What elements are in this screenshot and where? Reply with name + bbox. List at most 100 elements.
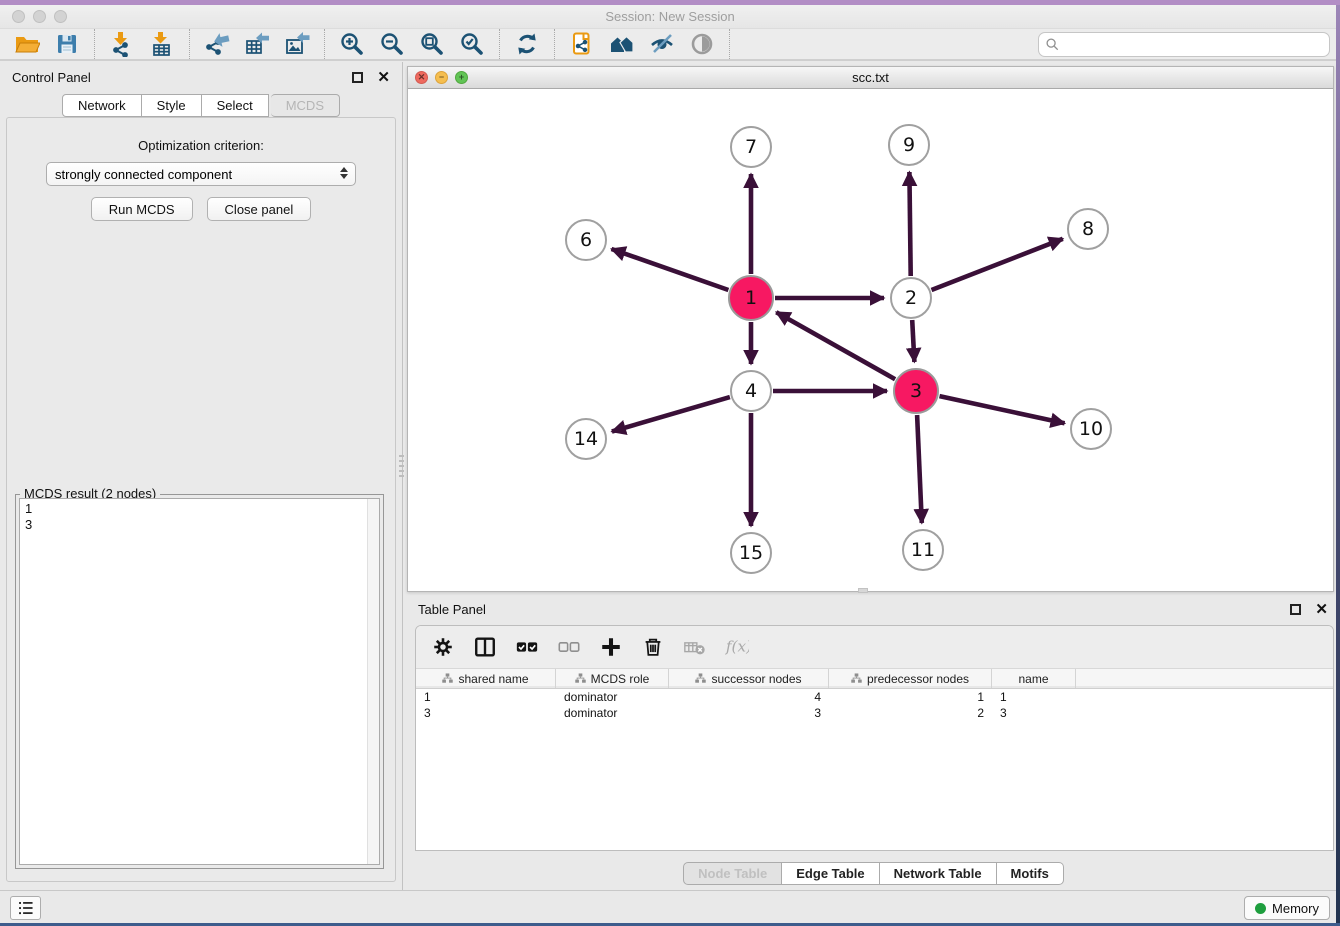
save-session-button[interactable] bbox=[49, 30, 85, 58]
graph-node-3[interactable]: 3 bbox=[893, 368, 939, 414]
function-builder-button: f(x) bbox=[724, 635, 750, 659]
deselect-all-button[interactable] bbox=[556, 635, 582, 659]
column-header-predecessor-nodes[interactable]: predecessor nodes bbox=[829, 669, 992, 688]
network-minimize-icon[interactable]: − bbox=[435, 71, 448, 84]
graph-node-6[interactable]: 6 bbox=[565, 219, 607, 261]
table-cell[interactable]: 3 bbox=[669, 705, 829, 721]
zoom-fit-button[interactable] bbox=[414, 30, 450, 58]
column-header-MCDS-role[interactable]: MCDS role bbox=[556, 669, 669, 688]
table-cell[interactable]: 1 bbox=[416, 689, 556, 705]
edge-2-9[interactable] bbox=[909, 172, 910, 276]
task-history-button[interactable] bbox=[10, 896, 41, 920]
table-row[interactable]: 3dominator323 bbox=[416, 705, 1333, 721]
graph-node-7[interactable]: 7 bbox=[730, 126, 772, 168]
hide-selection-button[interactable] bbox=[644, 30, 680, 58]
clone-network-button[interactable] bbox=[564, 30, 600, 58]
add-column-button[interactable] bbox=[598, 635, 624, 659]
result-scrollbar[interactable] bbox=[367, 499, 379, 864]
select-all-button[interactable] bbox=[514, 635, 540, 659]
network-close-icon[interactable]: ✕ bbox=[415, 71, 428, 84]
graph-node-11[interactable]: 11 bbox=[902, 529, 944, 571]
graph-node-10[interactable]: 10 bbox=[1070, 408, 1112, 450]
tab-select[interactable]: Select bbox=[202, 94, 269, 117]
refresh-layout-button[interactable] bbox=[509, 30, 545, 58]
tab-motifs[interactable]: Motifs bbox=[997, 862, 1064, 885]
graph-node-1[interactable]: 1 bbox=[728, 275, 774, 321]
table-cell[interactable]: 3 bbox=[416, 705, 556, 721]
export-network-button[interactable] bbox=[199, 30, 235, 58]
zoom-out-button[interactable] bbox=[374, 30, 410, 58]
edge-2-8[interactable] bbox=[932, 239, 1063, 290]
export-table-button[interactable] bbox=[239, 30, 275, 58]
graph-node-9[interactable]: 9 bbox=[888, 124, 930, 166]
delete-column-button[interactable] bbox=[640, 635, 666, 659]
tab-node-table[interactable]: Node Table bbox=[683, 862, 782, 885]
minimize-window-button[interactable] bbox=[33, 10, 46, 23]
network-maximize-icon[interactable]: + bbox=[455, 71, 468, 84]
show-all-icon bbox=[689, 31, 715, 57]
table-cell[interactable]: 4 bbox=[669, 689, 829, 705]
open-session-button[interactable] bbox=[9, 30, 45, 58]
zoom-selected-button[interactable] bbox=[454, 30, 490, 58]
zoom-in-button[interactable] bbox=[334, 30, 370, 58]
tab-style[interactable]: Style bbox=[142, 94, 202, 117]
table-cell[interactable]: 1 bbox=[992, 689, 1076, 705]
table-cell[interactable]: dominator bbox=[556, 705, 669, 721]
tab-network[interactable]: Network bbox=[62, 94, 142, 117]
network-canvas[interactable]: 1 2 3 4 6 7 8 9 10 11 14 15 bbox=[408, 89, 1333, 591]
table-cell[interactable]: 2 bbox=[829, 705, 992, 721]
hide-selection-icon bbox=[649, 31, 675, 57]
edge-2-3[interactable] bbox=[912, 320, 914, 362]
deselect-all-icon bbox=[557, 635, 581, 659]
close-panel-button[interactable]: Close panel bbox=[207, 197, 312, 221]
edge-3-11[interactable] bbox=[917, 415, 922, 523]
graph-node-2[interactable]: 2 bbox=[890, 277, 932, 319]
toolbar-group bbox=[0, 29, 95, 59]
close-window-button[interactable] bbox=[12, 10, 25, 23]
search-input[interactable] bbox=[1064, 35, 1329, 55]
graph-node-4[interactable]: 4 bbox=[730, 370, 772, 412]
float-panel-icon[interactable] bbox=[352, 72, 363, 83]
refresh-layout-icon bbox=[514, 31, 540, 57]
split-view-button[interactable] bbox=[472, 635, 498, 659]
import-network-button[interactable] bbox=[104, 30, 140, 58]
vertical-splitter-handle[interactable] bbox=[399, 455, 404, 479]
mcds-result-textarea[interactable]: 1 3 bbox=[19, 498, 380, 865]
edge-1-6[interactable] bbox=[612, 249, 729, 290]
column-header-successor-nodes[interactable]: successor nodes bbox=[669, 669, 829, 688]
tab-mcds[interactable]: MCDS bbox=[271, 94, 340, 117]
table-cell[interactable]: dominator bbox=[556, 689, 669, 705]
column-header-name[interactable]: name bbox=[992, 669, 1076, 688]
graph-node-14[interactable]: 14 bbox=[565, 418, 607, 460]
node-table-container: f(x) shared nameMCDS rolesuccessor nodes… bbox=[415, 625, 1334, 851]
tab-network-table[interactable]: Network Table bbox=[880, 862, 997, 885]
edge-3-1[interactable] bbox=[776, 312, 895, 379]
show-all-button[interactable] bbox=[684, 30, 720, 58]
optimization-dropdown[interactable]: strongly connected component bbox=[46, 162, 356, 186]
float-table-panel-icon[interactable] bbox=[1290, 604, 1301, 615]
column-settings-button[interactable] bbox=[430, 635, 456, 659]
edge-3-10[interactable] bbox=[940, 396, 1065, 423]
tab-edge-table[interactable]: Edge Table bbox=[782, 862, 879, 885]
network-window-titlebar[interactable]: ✕ − + scc.txt bbox=[408, 67, 1333, 89]
column-header-shared-name[interactable]: shared name bbox=[416, 669, 556, 688]
graph-node-15[interactable]: 15 bbox=[730, 532, 772, 574]
edge-4-14[interactable] bbox=[612, 397, 730, 431]
run-mcds-button[interactable]: Run MCDS bbox=[91, 197, 193, 221]
close-panel-icon[interactable]: ✕ bbox=[377, 72, 390, 83]
horizontal-splitter-handle[interactable] bbox=[858, 588, 868, 593]
export-image-button[interactable] bbox=[279, 30, 315, 58]
import-table-button[interactable] bbox=[144, 30, 180, 58]
search-icon bbox=[1046, 38, 1059, 51]
first-neighbors-icon bbox=[609, 31, 635, 57]
table-cell[interactable]: 1 bbox=[829, 689, 992, 705]
memory-button[interactable]: Memory bbox=[1244, 896, 1330, 920]
search-box[interactable] bbox=[1038, 32, 1330, 57]
first-neighbors-button[interactable] bbox=[604, 30, 640, 58]
table-row[interactable]: 1dominator411 bbox=[416, 689, 1333, 705]
zoom-window-button[interactable] bbox=[54, 10, 67, 23]
graph-node-8[interactable]: 8 bbox=[1067, 208, 1109, 250]
table-cell[interactable]: 3 bbox=[992, 705, 1076, 721]
save-session-icon bbox=[54, 31, 80, 57]
close-table-panel-icon[interactable]: ✕ bbox=[1315, 604, 1328, 615]
